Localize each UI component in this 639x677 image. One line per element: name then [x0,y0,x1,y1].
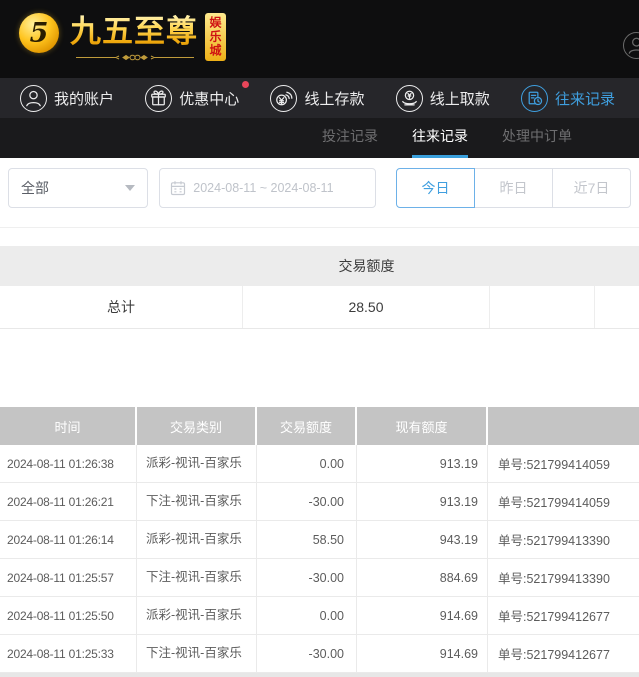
summary-total-label: 总计 [0,286,243,328]
withdraw-coin-icon [396,85,423,112]
cell-remark: 单号:521799414059 [488,483,639,520]
summary-total-row: 总计 28.50 [0,286,639,329]
cell-time: 2024-08-11 01:25:50 [0,597,137,634]
nav-item-online-deposit[interactable]: 线上存款 [270,85,364,112]
col-header-balance: 现有额度 [357,407,488,445]
cell-remark: 单号:521799412677 [488,635,639,672]
cell-remark: 单号:521799413390 [488,521,639,558]
type-select[interactable]: 全部 [8,168,148,208]
cell-amount: -30.00 [257,635,357,672]
summary-total-value: 28.50 [243,286,490,328]
cell-balance: 914.69 [357,635,488,672]
table-row: 2024-08-11 01:26:38 派彩-视讯-百家乐 0.00 913.1… [0,445,639,483]
last7days-button[interactable]: 近7日 [552,168,631,208]
cell-balance: 914.69 [357,597,488,634]
cell-balance: 943.19 [357,521,488,558]
cell-time: 2024-08-11 01:26:21 [0,483,137,520]
type-select-value: 全部 [21,178,49,198]
notification-dot [242,81,249,88]
date-range-input[interactable]: 2024-08-11 ~ 2024-08-11 [159,168,376,208]
user-icon [20,85,47,112]
records-clock-icon [521,85,548,112]
cell-category: 派彩-视讯-百家乐 [137,521,257,558]
cell-balance: 913.19 [357,483,488,520]
cell-remark: 单号:521799412677 [488,597,639,634]
flourish-ornament-icon [74,52,196,63]
table-row: 2024-08-11 01:26:14 派彩-视讯-百家乐 58.50 943.… [0,521,639,559]
cell-remark: 单号:521799413390 [488,559,639,596]
logo-link[interactable]: 5 九五至尊 娱乐城 [19,13,226,63]
caret-down-icon [125,185,135,191]
nav-label: 优惠中心 [179,88,239,109]
cell-category: 派彩-视讯-百家乐 [137,445,257,482]
table-header-row: 时间 交易类别 交易额度 现有额度 [0,407,639,445]
brand-title: 九五至尊 [70,13,198,51]
cell-amount: -30.00 [257,483,357,520]
cell-amount: 0.00 [257,445,357,482]
nav-label: 我的账户 [54,88,114,109]
col-header-time: 时间 [0,407,137,445]
table-row: 2024-08-11 01:26:21 下注-视讯-百家乐 -30.00 913… [0,483,639,521]
nav-label: 往来记录 [555,88,615,109]
cell-balance: 884.69 [357,559,488,596]
cell-time: 2024-08-11 01:25:57 [0,559,137,596]
main-nav: 我的账户 优惠中心 线上存款 [0,78,639,118]
cell-time: 2024-08-11 01:26:14 [0,521,137,558]
tab-betting-records[interactable]: 投注记录 [322,118,378,158]
cell-category: 下注-视讯-百家乐 [137,635,257,672]
deposit-coin-icon [270,85,297,112]
filter-bar: 全部 2024-08-11 ~ 2024-08-11 今日 昨日 近7日 [0,158,639,228]
cell-time: 2024-08-11 01:25:33 [0,635,137,672]
summary-empty-cell [595,286,639,328]
nav-label: 线上存款 [304,88,364,109]
col-header-amount: 交易额度 [257,407,357,445]
summary-table: 交易额度 总计 28.50 [0,246,639,329]
tab-transaction-records[interactable]: 往来记录 [412,118,468,158]
nav-item-online-withdrawal[interactable]: 线上取款 [396,85,490,112]
table-row: 2024-08-11 01:25:57 下注-视讯-百家乐 -30.00 884… [0,559,639,597]
col-header-category: 交易类别 [137,407,257,445]
cell-balance: 913.19 [357,445,488,482]
transactions-table: 时间 交易类别 交易额度 现有额度 2024-08-11 01:26:38 派彩… [0,407,639,677]
brand-header: 5 九五至尊 娱乐城 [0,0,639,78]
summary-empty-cell [490,286,595,328]
tab-pending-orders[interactable]: 处理中订单 [502,118,572,158]
summary-header-amount: 交易额度 [243,256,490,276]
table-row: 2024-08-11 01:25:33 下注-视讯-百家乐 -30.00 914… [0,635,639,673]
record-tabs: 投注记录 往来记录 处理中订单 [0,118,639,158]
table-row: 2024-08-11 01:25:50 派彩-视讯-百家乐 0.00 914.6… [0,597,639,635]
today-button[interactable]: 今日 [396,168,475,208]
brand-badge: 娱乐城 [205,13,226,61]
nav-label: 线上取款 [430,88,490,109]
logo-text-block: 九五至尊 [70,13,198,63]
cell-amount: -30.00 [257,559,357,596]
nav-item-promotions[interactable]: 优惠中心 [145,85,239,112]
user-avatar-icon[interactable] [623,32,639,59]
cell-amount: 58.50 [257,521,357,558]
calendar-icon [170,180,186,196]
cell-amount: 0.00 [257,597,357,634]
summary-header-row: 交易额度 [0,246,639,286]
quick-date-buttons: 今日 昨日 近7日 [396,168,631,208]
date-range-value: 2024-08-11 ~ 2024-08-11 [193,181,333,195]
gift-icon [145,85,172,112]
yesterday-button[interactable]: 昨日 [474,168,553,208]
cell-category: 下注-视讯-百家乐 [137,483,257,520]
cell-category: 下注-视讯-百家乐 [137,559,257,596]
nav-item-my-account[interactable]: 我的账户 [20,85,114,112]
cell-category: 派彩-视讯-百家乐 [137,597,257,634]
col-header-remark [488,407,639,445]
next-row-clipped [0,673,639,677]
logo-mark: 5 [19,13,59,53]
nav-item-transaction-records[interactable]: 往来记录 [521,85,615,112]
cell-remark: 单号:521799414059 [488,445,639,482]
cell-time: 2024-08-11 01:26:38 [0,445,137,482]
